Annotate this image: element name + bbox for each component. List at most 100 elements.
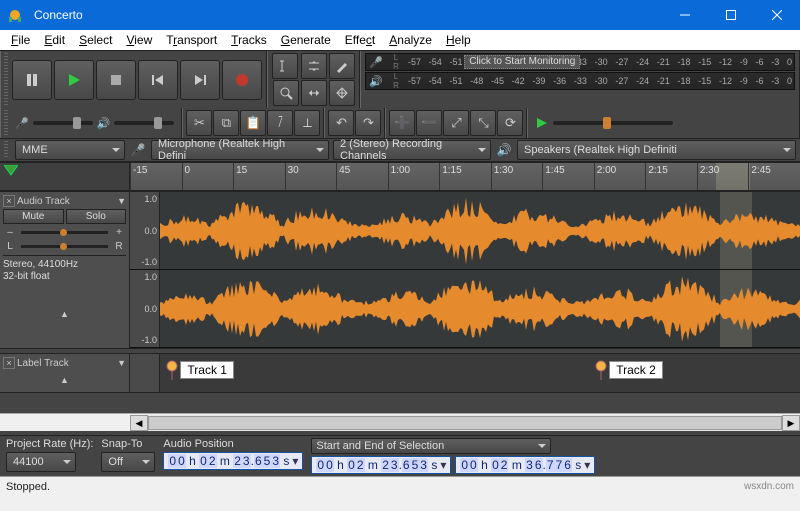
selection-tool-button[interactable] [272, 53, 298, 79]
playback-meter[interactable]: 🔊 LR -57-54-51-48-45-42-39-36-33-30-27-2… [365, 72, 795, 90]
track-collapse-button[interactable]: ▲ [3, 375, 126, 385]
waveform-channel-left[interactable]: 1.00.0-1.0 [130, 192, 800, 270]
app-icon [0, 0, 30, 30]
audio-track-body[interactable]: 1.00.0-1.0 1.00.0-1.0 [130, 192, 800, 348]
record-volume-slider[interactable] [33, 121, 93, 125]
track-name[interactable]: Label Track [17, 358, 115, 369]
menu-view[interactable]: View [119, 31, 159, 49]
fit-project-button[interactable]: ⤡ [470, 110, 496, 136]
track-menu-button[interactable]: ▼ [117, 358, 126, 368]
close-button[interactable] [754, 0, 800, 30]
rec-meter-tooltip[interactable]: Click to Start Monitoring [464, 55, 580, 69]
play-button[interactable] [54, 60, 94, 100]
scroll-left-button[interactable]: ◀ [130, 415, 148, 431]
audio-track-header: × Audio Track ▼ Mute Solo – + L R Stereo… [0, 192, 130, 348]
selection-end-field[interactable]: 00 h 02 m 36.776 s▾ [455, 456, 595, 474]
track-menu-button[interactable]: ▼ [117, 196, 126, 206]
track-name[interactable]: Audio Track [17, 196, 115, 207]
mic-icon: 🎤 [15, 117, 29, 130]
selection-mode-combo[interactable]: Start and End of Selection [311, 438, 551, 454]
audio-position-field[interactable]: 00 h 02 m 23.653 s▾ [163, 452, 303, 470]
zoom-tool-button[interactable] [273, 80, 299, 106]
label-marker[interactable]: Track 1 [166, 360, 234, 380]
menu-file[interactable]: File [4, 31, 37, 49]
menu-generate[interactable]: Generate [274, 31, 338, 49]
audio-host-combo[interactable]: MME [15, 140, 125, 160]
selection-toolbar: Project Rate (Hz): 44100 Snap-To Off Aud… [0, 435, 800, 476]
label-track-header: × Label Track ▼ ▲ [0, 354, 130, 392]
audio-track: × Audio Track ▼ Mute Solo – + L R Stereo… [0, 191, 800, 349]
project-rate-combo[interactable]: 44100 [6, 452, 76, 472]
skip-end-button[interactable] [180, 60, 220, 100]
maximize-button[interactable] [708, 0, 754, 30]
pinned-play-head-icon[interactable] [4, 165, 18, 177]
trim-button[interactable]: ⧶ [267, 110, 293, 136]
scroll-track[interactable] [148, 415, 782, 431]
skip-start-button[interactable] [138, 60, 178, 100]
zoom-out-button[interactable]: ➖ [416, 110, 442, 136]
pan-slider[interactable] [21, 245, 108, 248]
menu-help[interactable]: Help [439, 31, 478, 49]
silence-button[interactable]: ⟂ [294, 110, 320, 136]
speaker-icon: 🔊 [97, 117, 111, 130]
play-at-speed-button[interactable] [531, 113, 553, 133]
envelope-tool-button[interactable] [301, 53, 327, 79]
paste-button[interactable]: 📋 [240, 110, 266, 136]
copy-button[interactable]: ⧉ [213, 110, 239, 136]
stop-button[interactable] [96, 60, 136, 100]
undo-button[interactable]: ↶ [328, 110, 354, 136]
playback-device-combo[interactable]: Speakers (Realtek High Definiti [517, 140, 796, 160]
grip-handle[interactable] [4, 53, 8, 106]
record-meter[interactable]: 🎤 LR -57-54-51-48-45-42-39-36-33-30-27-2… [365, 53, 795, 71]
window-titlebar: Concerto [0, 0, 800, 30]
menu-transport[interactable]: Transport [159, 31, 224, 49]
grip-handle[interactable] [4, 141, 8, 159]
track-close-button[interactable]: × [3, 357, 15, 369]
gain-slider[interactable] [21, 231, 108, 234]
label-marker[interactable]: Track 2 [595, 360, 663, 380]
zoom-toggle-button[interactable]: ⟳ [497, 110, 523, 136]
snap-to-combo[interactable]: Off [101, 452, 155, 472]
snap-to-label: Snap-To [101, 438, 155, 450]
menu-analyze[interactable]: Analyze [382, 31, 439, 49]
draw-tool-button[interactable] [329, 53, 355, 79]
cut-button[interactable]: ✂ [186, 110, 212, 136]
label-text[interactable]: Track 2 [609, 361, 663, 379]
scroll-right-button[interactable]: ▶ [782, 415, 800, 431]
tools-toolbar [267, 51, 360, 108]
menu-select[interactable]: Select [72, 31, 119, 49]
timeline-ruler[interactable]: -1501530451:001:151:301:452:002:152:302:… [0, 163, 800, 191]
speaker-icon: 🔊 [495, 143, 513, 157]
track-area: × Audio Track ▼ Mute Solo – + L R Stereo… [0, 191, 800, 413]
minimize-button[interactable] [662, 0, 708, 30]
redo-button[interactable]: ↷ [355, 110, 381, 136]
recording-channels-combo[interactable]: 2 (Stereo) Recording Channels [333, 140, 491, 160]
record-button[interactable] [222, 60, 262, 100]
label-track-body[interactable]: Track 1 Track 2 [130, 354, 800, 392]
playback-volume-slider[interactable] [114, 121, 174, 125]
fit-selection-button[interactable]: ⤢ [443, 110, 469, 136]
timeshift-tool-button[interactable] [301, 80, 327, 106]
speaker-icon: 🔊 [366, 75, 386, 88]
zoom-in-button[interactable]: ➕ [389, 110, 415, 136]
solo-button[interactable]: Solo [66, 209, 127, 224]
menu-tracks[interactable]: Tracks [224, 31, 274, 49]
watermark-text: wsxdn.com [744, 481, 794, 492]
pause-button[interactable] [12, 60, 52, 100]
waveform-channel-right[interactable]: 1.00.0-1.0 [130, 270, 800, 348]
track-close-button[interactable]: × [3, 195, 15, 207]
track-collapse-button[interactable]: ▲ [3, 309, 126, 319]
grip-handle[interactable] [4, 110, 8, 136]
selection-start-field[interactable]: 00 h 02 m 23.653 s▾ [311, 456, 451, 474]
menu-edit[interactable]: Edit [37, 31, 72, 49]
multi-tool-button[interactable] [329, 80, 355, 106]
play-meter-scale: -57-54-51-48-45-42-39-36-33-30-27-24-21-… [406, 73, 794, 89]
mute-button[interactable]: Mute [3, 209, 64, 224]
horizontal-scrollbar[interactable]: ◀ ▶ [0, 413, 800, 431]
recording-device-combo[interactable]: Microphone (Realtek High Defini [151, 140, 329, 160]
menu-effect[interactable]: Effect [338, 31, 382, 49]
vertical-scale: 1.00.0-1.0 [130, 270, 160, 347]
label-text[interactable]: Track 1 [180, 361, 234, 379]
status-bar: Stopped. wsxdn.com [0, 476, 800, 496]
playback-speed-slider[interactable] [553, 121, 673, 125]
